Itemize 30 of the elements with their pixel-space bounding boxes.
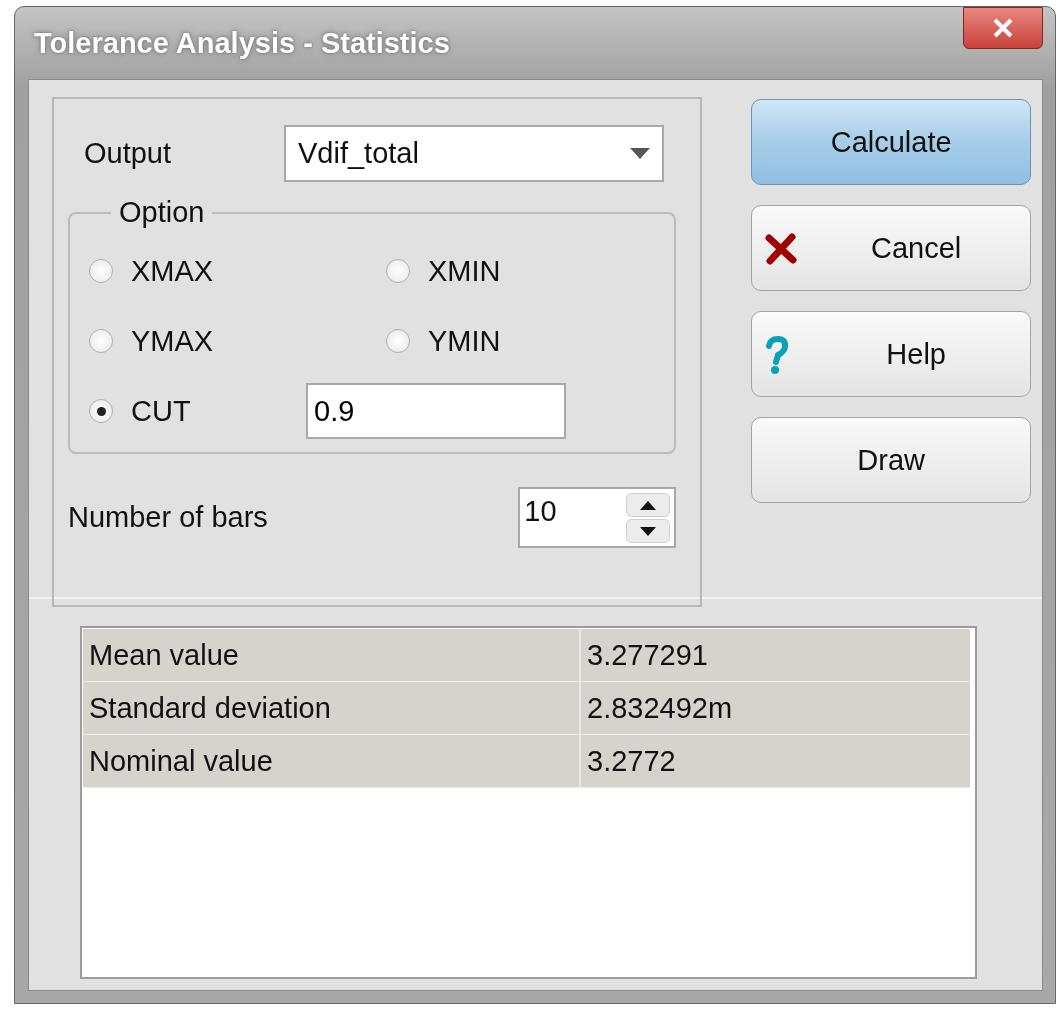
close-button[interactable] [963,7,1043,49]
radio-option[interactable]: CUT [89,383,191,439]
output-dropdown[interactable]: Vdif_total [284,125,664,182]
table-cell-text: 3.277291 [586,637,708,673]
help-button[interactable]: Help [751,311,1031,397]
bars-spinner[interactable]: 10 [518,487,677,548]
output-label: Output [84,137,173,170]
radio-button[interactable] [89,329,113,353]
radio-option[interactable]: XMAX [89,243,214,299]
group-title: Option [118,196,206,229]
draw-button[interactable]: Draw [751,417,1031,503]
close-icon [992,18,1014,38]
table-cell: Nominal value [83,735,581,787]
question-mark-icon [764,336,791,376]
radio-option[interactable]: YMAX [89,313,214,369]
dropdown-arrow-icon [630,148,650,159]
window-title: Tolerance Analysis - Statistics [34,26,450,60]
radio-button[interactable] [386,329,410,353]
radio-button[interactable] [386,259,410,283]
radio-button[interactable] [89,399,113,423]
radio-button[interactable] [89,259,113,283]
table-cell-text: 3.2772 [586,743,676,779]
cross-icon [764,232,799,266]
bars-label: Number of bars [68,501,268,534]
radio-option[interactable]: XMIN [386,243,501,299]
calculate-button[interactable]: Calculate [751,99,1031,185]
radio-option[interactable]: YMIN [386,313,501,369]
cancel-button[interactable]: Cancel [751,205,1031,291]
table-cell-text: 2.832492m [586,690,733,726]
cut-value-field[interactable]: 0.9 [306,383,566,439]
